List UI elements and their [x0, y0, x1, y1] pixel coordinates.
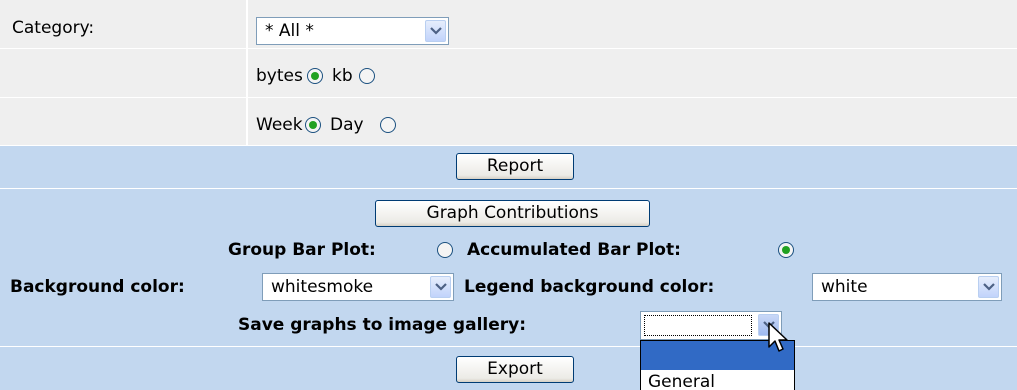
report-button[interactable]: Report — [456, 153, 574, 180]
mouse-pointer-icon — [768, 322, 788, 352]
kb-radio[interactable] — [359, 68, 375, 84]
accumulated-bar-plot-label: Accumulated Bar Plot: — [467, 240, 681, 260]
graph-contributions-button[interactable]: Graph Contributions — [375, 200, 650, 227]
legend-background-color-label: Legend background color: — [464, 277, 715, 297]
background-color-select[interactable]: whitesmoke — [262, 273, 454, 301]
category-select-value: * All * — [265, 21, 314, 41]
row-divider — [0, 97, 1017, 98]
period-row — [0, 98, 1017, 145]
radio-selected-dot — [782, 246, 790, 254]
dropdown-option-general[interactable]: General — [648, 372, 715, 390]
image-gallery-value — [644, 315, 752, 336]
background-color-value: whitesmoke — [271, 277, 374, 297]
category-select[interactable]: * All * — [256, 17, 449, 45]
background-color-label: Background color: — [10, 277, 185, 297]
export-button[interactable]: Export — [456, 356, 574, 383]
save-graphs-gallery-label: Save graphs to image gallery: — [238, 315, 527, 335]
radio-selected-dot — [311, 72, 319, 80]
kb-label: kb — [332, 66, 353, 86]
day-label: Day — [330, 115, 364, 135]
week-radio[interactable] — [305, 117, 321, 133]
column-divider — [246, 0, 248, 145]
chevron-down-icon[interactable] — [978, 276, 999, 298]
row-divider — [0, 346, 1017, 347]
radio-selected-dot — [309, 121, 317, 129]
reports-form: Category: * All * bytes kb Week Day Repo… — [0, 0, 1017, 390]
row-divider — [0, 145, 1017, 146]
category-label: Category: — [12, 18, 95, 38]
legend-background-color-value: white — [821, 277, 868, 297]
day-radio[interactable] — [380, 117, 396, 133]
bytes-radio[interactable] — [307, 68, 323, 84]
bytes-label: bytes — [256, 66, 303, 86]
row-divider — [0, 48, 1017, 49]
image-gallery-select[interactable] — [640, 311, 782, 340]
group-bar-plot-label: Group Bar Plot: — [228, 240, 376, 260]
week-label: Week — [256, 115, 303, 135]
legend-background-color-select[interactable]: white — [812, 273, 1002, 301]
category-row — [0, 0, 1017, 48]
chevron-down-icon[interactable] — [425, 20, 446, 42]
chevron-down-icon[interactable] — [430, 276, 451, 298]
row-divider — [0, 188, 1017, 189]
unit-row — [0, 49, 1017, 97]
accumulated-bar-plot-radio[interactable] — [778, 242, 794, 258]
group-bar-plot-radio[interactable] — [437, 242, 453, 258]
